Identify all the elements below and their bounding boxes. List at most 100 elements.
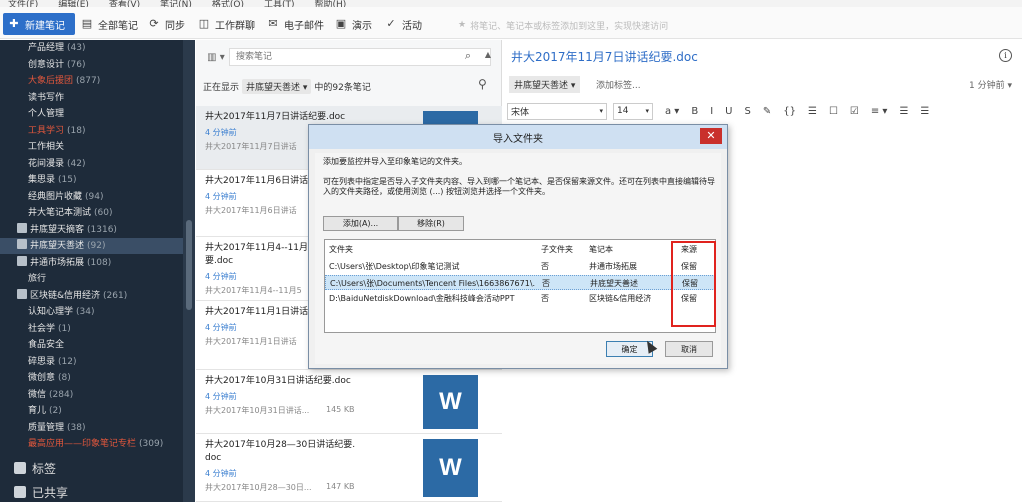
new-note-button[interactable]: ✚ 新建笔记 (3, 13, 75, 35)
info-icon[interactable]: i (999, 49, 1012, 62)
activity-button[interactable]: ✓ 活动 (384, 13, 422, 35)
work-chat-button[interactable]: ◫ 工作群聊 (197, 13, 255, 35)
format-button[interactable]: S (744, 106, 750, 117)
sidebar-notebook-item[interactable]: 微信 (284) (0, 387, 183, 403)
sidebar-notebook-item[interactable]: 花间漫录 (42) (0, 156, 183, 172)
font-size-select[interactable]: 14 ▾ (613, 102, 653, 120)
close-icon: ✕ (706, 129, 716, 142)
search-icon[interactable]: ⌕ (465, 49, 471, 63)
sidebar-item-label: 井底望天善述 (30, 241, 85, 251)
format-button[interactable]: B (691, 106, 698, 117)
sidebar-notebook-item[interactable]: 旅行 (0, 271, 183, 287)
format-button[interactable]: a ▾ (665, 106, 679, 117)
dialog-description: 添加要监控并导入至印象笔记的文件夹。 (323, 157, 467, 166)
sidebar-notebook-item[interactable]: 井底望天摘客 (1316) (0, 222, 183, 238)
subfolder-value[interactable]: 否 (541, 261, 549, 272)
sidebar-item-label: 旅行 (28, 274, 47, 284)
format-button[interactable]: {} (783, 106, 796, 117)
sidebar-notebook-item[interactable]: 工作相关 (0, 139, 183, 155)
email-button[interactable]: ✉ 电子邮件 (266, 13, 324, 35)
sidebar-notebook-item[interactable]: 大象后援团 (877) (0, 73, 183, 89)
remove-folder-button[interactable]: 移除(R) (398, 216, 464, 231)
notebook-selector[interactable]: 井底望天善述 ▾ (509, 76, 581, 93)
note-time[interactable]: 1 分钟前 ▾ (969, 78, 1012, 91)
folder-row[interactable]: D:\BaiduNetdiskDownload\金融科技峰会活动PPT 否 区块链&… (325, 291, 715, 306)
sidebar-notebook-item[interactable]: 工具学习 (18) (0, 123, 183, 139)
sidebar-scrollbar-thumb[interactable] (186, 220, 192, 310)
sidebar-notebook-item[interactable]: 井通市场拓展 (108) (0, 255, 183, 271)
format-button[interactable]: I (710, 106, 713, 117)
format-button[interactable]: ☑ (850, 106, 859, 117)
sidebar-notebook-item[interactable]: 井底望天善述 (92) (0, 238, 183, 254)
note-time: 4 分钟前 (205, 128, 237, 137)
notes-icon: ▤ (81, 17, 93, 30)
add-tag-field[interactable]: 添加标签... (596, 78, 641, 91)
add-folder-button[interactable]: 添加(A)... (323, 216, 398, 231)
sync-button[interactable]: ⟳ 同步 (147, 13, 185, 35)
sidebar-notebook-item[interactable]: 个人管理 (0, 106, 183, 122)
notebook-value[interactable]: 区块链&信用经济 (589, 293, 651, 304)
sidebar-notebook-item[interactable]: 育儿 (2) (0, 403, 183, 419)
sidebar-notebook-item[interactable]: 井大笔记本测试 (60) (0, 205, 183, 221)
note-title-line: 井大2017年10月31日讲话纪要.doc (205, 376, 351, 386)
folder-path[interactable]: C:\Users\张\Desktop\印象笔记测试 (329, 261, 534, 272)
sidebar-notebook-item[interactable]: 质量管理 (38) (0, 420, 183, 436)
format-button[interactable]: ☰ (899, 106, 908, 117)
folder-row[interactable]: C:\Users\张\Desktop\印象笔记测试否井通市场拓展 保留 (325, 259, 715, 274)
folder-path[interactable]: C:\Users\张\Documents\Tencent Files\16638… (330, 278, 535, 289)
note-snippet: 井大2017年11月1日讲话 (205, 337, 297, 346)
sidebar-item-label: 井大笔记本测试 (28, 208, 92, 218)
format-button[interactable]: U (725, 106, 732, 117)
column-header-notebook: 笔记本 (589, 245, 613, 254)
folder-table: 文件夹 子文件夹 笔记本 来源 C:\Users\张\Desktop\印象笔记测… (324, 239, 716, 333)
all-notes-button[interactable]: ▤ 全部笔记 (80, 13, 138, 35)
notebook-filter-dropdown[interactable]: 井底望天善述 ▾ (242, 78, 312, 94)
sidebar-item-label: 井底望天摘客 (30, 224, 85, 235)
sidebar-notebook-item[interactable]: 食品安全 (0, 337, 183, 353)
note-title-line: 井大2017年11月6日讲话 (205, 176, 309, 186)
notebook-value[interactable]: 井底望天善述 (590, 278, 638, 289)
sidebar-notebook-item[interactable]: 集思录 (15) (0, 172, 183, 188)
sidebar-notebook-item[interactable]: 碎思录 (12) (0, 354, 183, 370)
note-card[interactable]: 井大2017年10月31日讲话纪要.doc 4 分钟前 井大2017年10月31日讲… (196, 370, 502, 434)
note-title[interactable]: 井大2017年11月7日讲话纪要.doc (511, 48, 698, 65)
note-time: 4 分钟前 (205, 272, 237, 281)
sidebar-notebook-item[interactable]: 社会学 (1) (0, 321, 183, 337)
cancel-button[interactable]: 取消 (665, 341, 713, 357)
sidebar: 产品经理 (43) 创意设计 (76) 大象后援团 (877) 读书写作 个人管理 工具学习 (1… (0, 40, 195, 502)
sidebar-notebook-item[interactable]: 认知心理学 (34) (0, 304, 183, 320)
format-button[interactable]: ✎ (763, 106, 771, 117)
notebook-stack-icon (17, 239, 27, 249)
folder-path[interactable]: D:\BaiduNetdiskDownload\金融科技峰会活动PPT (329, 293, 534, 304)
sidebar-notebook-item[interactable]: 产品经理 (43) (0, 40, 183, 56)
sidebar-notebook-item[interactable]: 区块链&信用经济 (261) (0, 288, 183, 304)
subfolder-value[interactable]: 否 (542, 278, 550, 289)
sidebar-item-count: (877) (76, 76, 101, 86)
sidebar-notebook-item[interactable]: 创意设计 (76) (0, 57, 183, 73)
sidebar-notebook-item[interactable]: 微创意 (8) (0, 370, 183, 386)
sidebar-notebook-item[interactable]: 经典图片收藏 (94) (0, 189, 183, 205)
sidebar-notebook-item[interactable]: 最高应用——印象笔记专栏 (309) (0, 436, 183, 452)
format-button[interactable]: ☰ (808, 106, 817, 117)
sidebar-item-label: 创意设计 (28, 59, 65, 70)
shortcuts-bar[interactable]: ★ 将笔记、笔记本或标签添加到这里，实现快速访问 (458, 16, 1018, 34)
format-button[interactable]: ☐ (829, 106, 838, 117)
view-toggle-button[interactable]: ▥ ▾ (203, 48, 229, 66)
sidebar-notebook-item[interactable]: 读书写作 (0, 90, 183, 106)
note-search-input[interactable] (229, 48, 491, 66)
chat-icon: ◫ (198, 17, 210, 30)
collapse-up-icon[interactable]: ▲ (485, 50, 491, 59)
format-button[interactable]: ☰ (920, 106, 929, 117)
notebook-value[interactable]: 井通市场拓展 (589, 261, 637, 272)
filter-icon[interactable]: ⚲ (478, 77, 487, 91)
column-header-subfolder: 子文件夹 (541, 245, 573, 254)
folder-row[interactable]: C:\Users\张\Documents\Tencent Files\16638… (325, 275, 715, 290)
note-card[interactable]: 井大2017年10月28—30日讲话纪要. doc 4 分钟前 井大2017年10月2… (196, 434, 502, 502)
demo-button[interactable]: ▣ 演示 (334, 13, 372, 35)
sidebar-shared[interactable]: 已共享 (14, 483, 68, 501)
sidebar-tags[interactable]: 标签 (14, 459, 56, 477)
format-button[interactable]: ≡ ▾ (871, 106, 888, 117)
close-button[interactable]: ✕ (700, 128, 722, 144)
font-family-select[interactable]: 宋体 ▾ (507, 102, 607, 120)
subfolder-value[interactable]: 否 (541, 293, 549, 304)
